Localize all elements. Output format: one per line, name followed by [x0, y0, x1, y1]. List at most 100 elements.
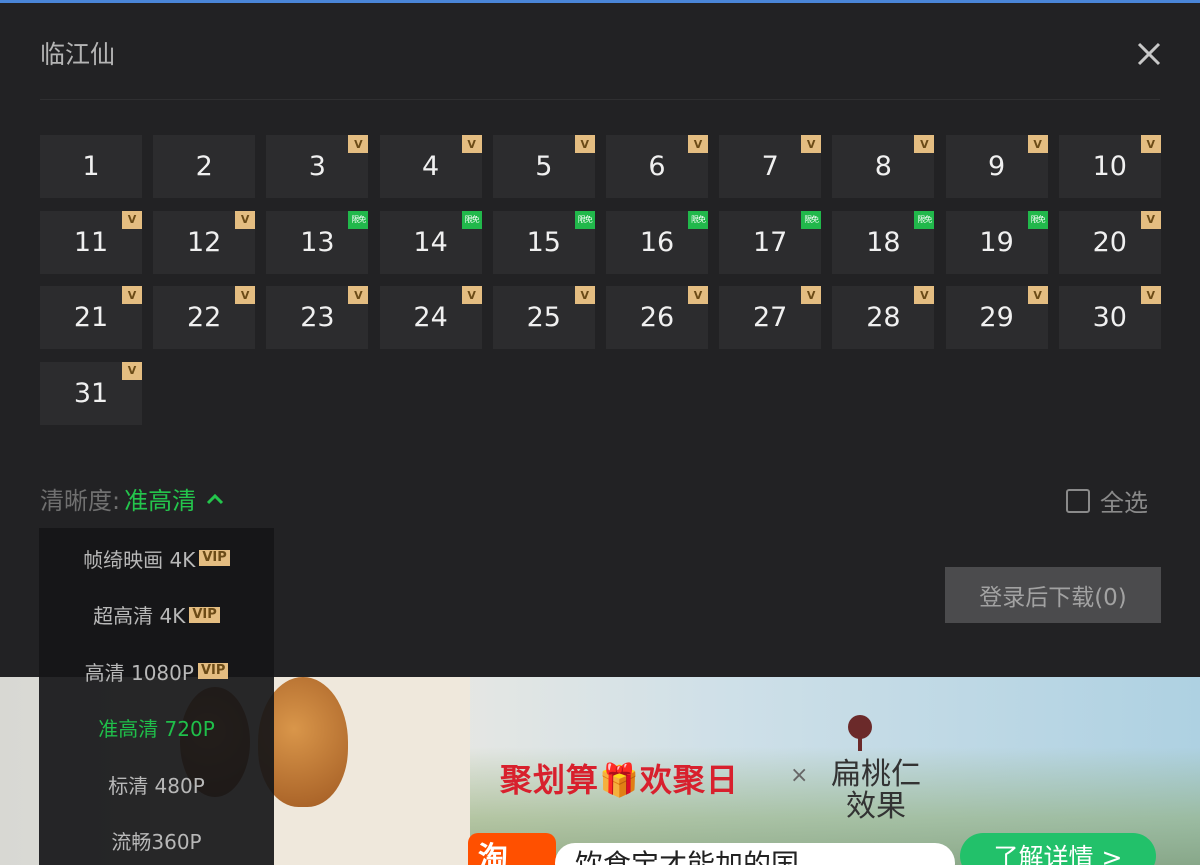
episode-item[interactable]: 6V	[606, 135, 708, 198]
episode-item[interactable]: 11 V	[40, 210, 142, 274]
vip-badge: V	[235, 210, 256, 229]
episode-item[interactable]: 31 V	[40, 361, 142, 425]
episode-item[interactable]: 18 限免	[832, 210, 935, 274]
episode-item[interactable]: 22 V	[153, 286, 256, 349]
episode-number: 30	[1092, 302, 1127, 333]
episode-item[interactable]: 24 V	[379, 286, 482, 349]
clarity-selector[interactable]: 清晰度: 准高清	[40, 481, 226, 516]
vip-badge: V	[122, 361, 142, 380]
select-all-label: 全选	[1100, 489, 1148, 517]
title-divider	[40, 99, 1160, 100]
episode-item[interactable]: 4V	[379, 135, 482, 198]
episode-number: 4	[422, 151, 440, 182]
clarity-option-label: 帧绮映画 4K	[83, 547, 196, 572]
episode-item[interactable]: 23 V	[266, 286, 369, 349]
episode-number: 26	[639, 302, 675, 333]
episode-item[interactable]: 14 限免	[379, 210, 482, 274]
vip-badge: V	[688, 135, 708, 153]
episode-item[interactable]: 1	[40, 135, 142, 198]
free-badge: 限免	[688, 210, 708, 229]
dialog-title: 临江仙	[40, 40, 116, 69]
clarity-option[interactable]: 流畅360P	[39, 813, 274, 865]
episode-item[interactable]: 30 V	[1058, 286, 1161, 349]
chevron-up-icon[interactable]	[204, 488, 226, 510]
vip-badge: V	[1140, 210, 1161, 229]
vip-badge: V	[235, 286, 256, 304]
select-all-toggle[interactable]: 全选	[1066, 483, 1148, 518]
ad-search-text: 饮食宝才能加的国...	[555, 843, 955, 865]
vip-badge: V	[122, 210, 142, 229]
clarity-option[interactable]: 准高清 720P	[39, 700, 274, 756]
clarity-option-label: 标清 480P	[108, 773, 205, 798]
episode-item[interactable]: 17 限免	[719, 210, 822, 274]
clarity-value[interactable]: 准高清	[124, 481, 196, 516]
vip-badge: V	[914, 286, 935, 304]
vip-tag: VIP	[197, 663, 229, 679]
episode-item[interactable]: 9V	[945, 135, 1048, 198]
free-badge: 限免	[574, 210, 595, 229]
episode-item[interactable]: 19 限免	[945, 210, 1048, 274]
episode-item[interactable]: 10 V	[1058, 135, 1161, 198]
vip-badge: V	[122, 286, 142, 304]
episode-number: 7	[761, 151, 779, 182]
episode-number: 27	[753, 302, 788, 333]
free-badge: 限免	[348, 210, 369, 229]
episode-number: 19	[979, 226, 1014, 258]
vip-tag: VIP	[199, 550, 230, 566]
episode-item[interactable]: 21 V	[40, 286, 142, 349]
ad-learn-more-button[interactable]: 了解详情 >	[960, 833, 1156, 865]
vip-badge: V	[801, 135, 822, 153]
free-badge: 限免	[801, 210, 822, 229]
vip-badge: V	[1140, 286, 1161, 304]
episode-item[interactable]: 27 V	[719, 286, 822, 349]
episode-number: 1	[82, 151, 100, 182]
episode-number: 28	[866, 302, 901, 333]
episode-item[interactable]: 5V	[492, 135, 595, 198]
episode-item[interactable]: 3V	[266, 135, 369, 198]
episode-item[interactable]: 20 V	[1058, 210, 1161, 274]
episode-number: 17	[753, 226, 788, 258]
clarity-option[interactable]: 超高清 4K VIP	[39, 587, 274, 643]
clarity-option[interactable]: 帧绮映画 4K VIP	[39, 530, 274, 586]
episode-number: 20	[1092, 226, 1127, 258]
episode-item[interactable]: 29 V	[945, 286, 1048, 349]
free-badge: 限免	[914, 210, 935, 229]
episode-item[interactable]: 7V	[719, 135, 822, 198]
episode-number: 3	[308, 151, 326, 182]
vip-badge: V	[1140, 135, 1161, 153]
episode-number: 29	[979, 302, 1014, 333]
login-download-button[interactable]: 登录后下载(0)	[945, 567, 1161, 623]
episode-number: 10	[1092, 151, 1127, 182]
episode-number: 23	[300, 302, 335, 333]
free-badge: 限免	[1027, 210, 1048, 229]
select-all-checkbox[interactable]	[1066, 488, 1090, 513]
episode-number: 6	[648, 151, 666, 182]
episode-number: 13	[300, 226, 335, 258]
episode-number: 5	[535, 151, 553, 182]
episode-number: 24	[413, 302, 448, 333]
clarity-label: 清晰度:	[40, 487, 121, 515]
clarity-option[interactable]: 高清 1080P VIP	[39, 643, 274, 699]
ad-brand-text: 扁桃仁效果	[831, 757, 921, 824]
ad-times-sign: ×	[790, 763, 809, 788]
episode-item[interactable]: 8V	[832, 135, 935, 198]
vip-badge: V	[1027, 135, 1048, 153]
episode-item[interactable]: 16 限免	[606, 210, 708, 274]
clarity-option[interactable]: 标清 480P	[39, 756, 274, 812]
episode-number: 9	[988, 151, 1006, 182]
close-icon[interactable]	[1134, 39, 1164, 69]
episode-item[interactable]: 2	[153, 135, 256, 198]
vip-badge: V	[461, 286, 482, 304]
vip-badge: V	[461, 135, 482, 153]
episode-number: 31	[73, 377, 109, 409]
clarity-option-label: 准高清 720P	[98, 717, 215, 741]
episode-item[interactable]: 28 V	[832, 286, 935, 349]
episode-item[interactable]: 13 限免	[266, 210, 369, 274]
episode-number: 22	[187, 302, 222, 333]
episode-item[interactable]: 25 V	[492, 286, 595, 349]
tree-logo-icon	[848, 715, 872, 751]
vip-tag: VIP	[189, 606, 220, 623]
episode-item[interactable]: 15 限免	[492, 210, 595, 274]
episode-item[interactable]: 26 V	[606, 286, 708, 349]
episode-item[interactable]: 12 V	[153, 210, 256, 274]
